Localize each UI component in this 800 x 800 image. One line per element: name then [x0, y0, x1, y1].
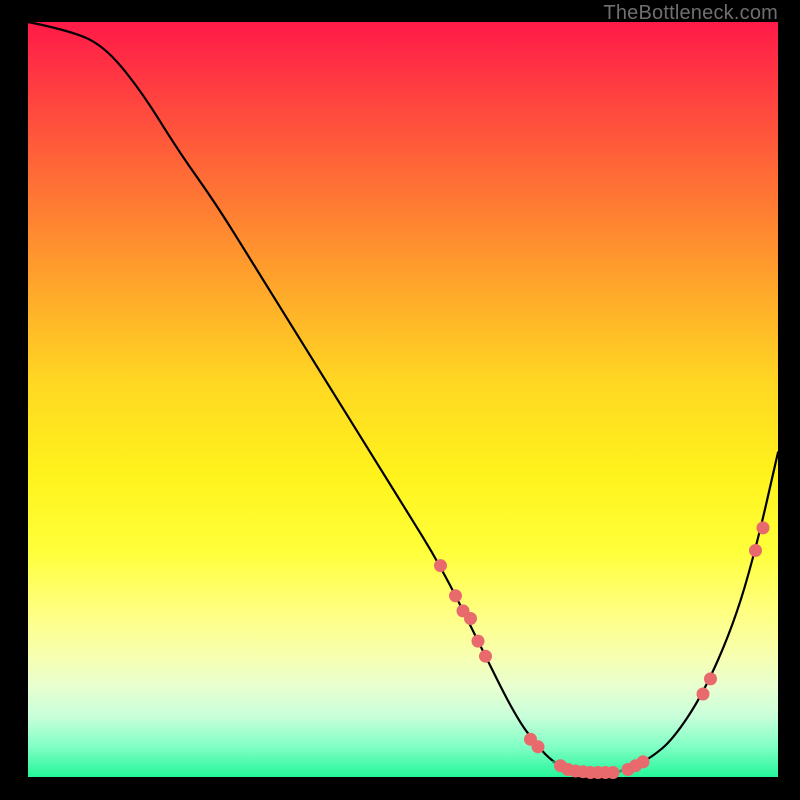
data-marker	[464, 612, 477, 625]
data-marker	[479, 650, 492, 663]
data-marker	[697, 688, 710, 701]
data-marker	[757, 521, 770, 534]
data-marker	[749, 544, 762, 557]
data-marker	[472, 635, 485, 648]
data-marker	[637, 755, 650, 768]
data-marker	[434, 559, 447, 572]
data-marker	[704, 672, 717, 685]
chart-overlay	[28, 22, 778, 777]
data-marker	[449, 589, 462, 602]
chart-stage: TheBottleneck.com	[0, 0, 800, 800]
data-marker	[532, 740, 545, 753]
bottleneck-curve	[28, 22, 778, 773]
data-marker	[607, 766, 620, 779]
marker-group	[434, 521, 770, 779]
